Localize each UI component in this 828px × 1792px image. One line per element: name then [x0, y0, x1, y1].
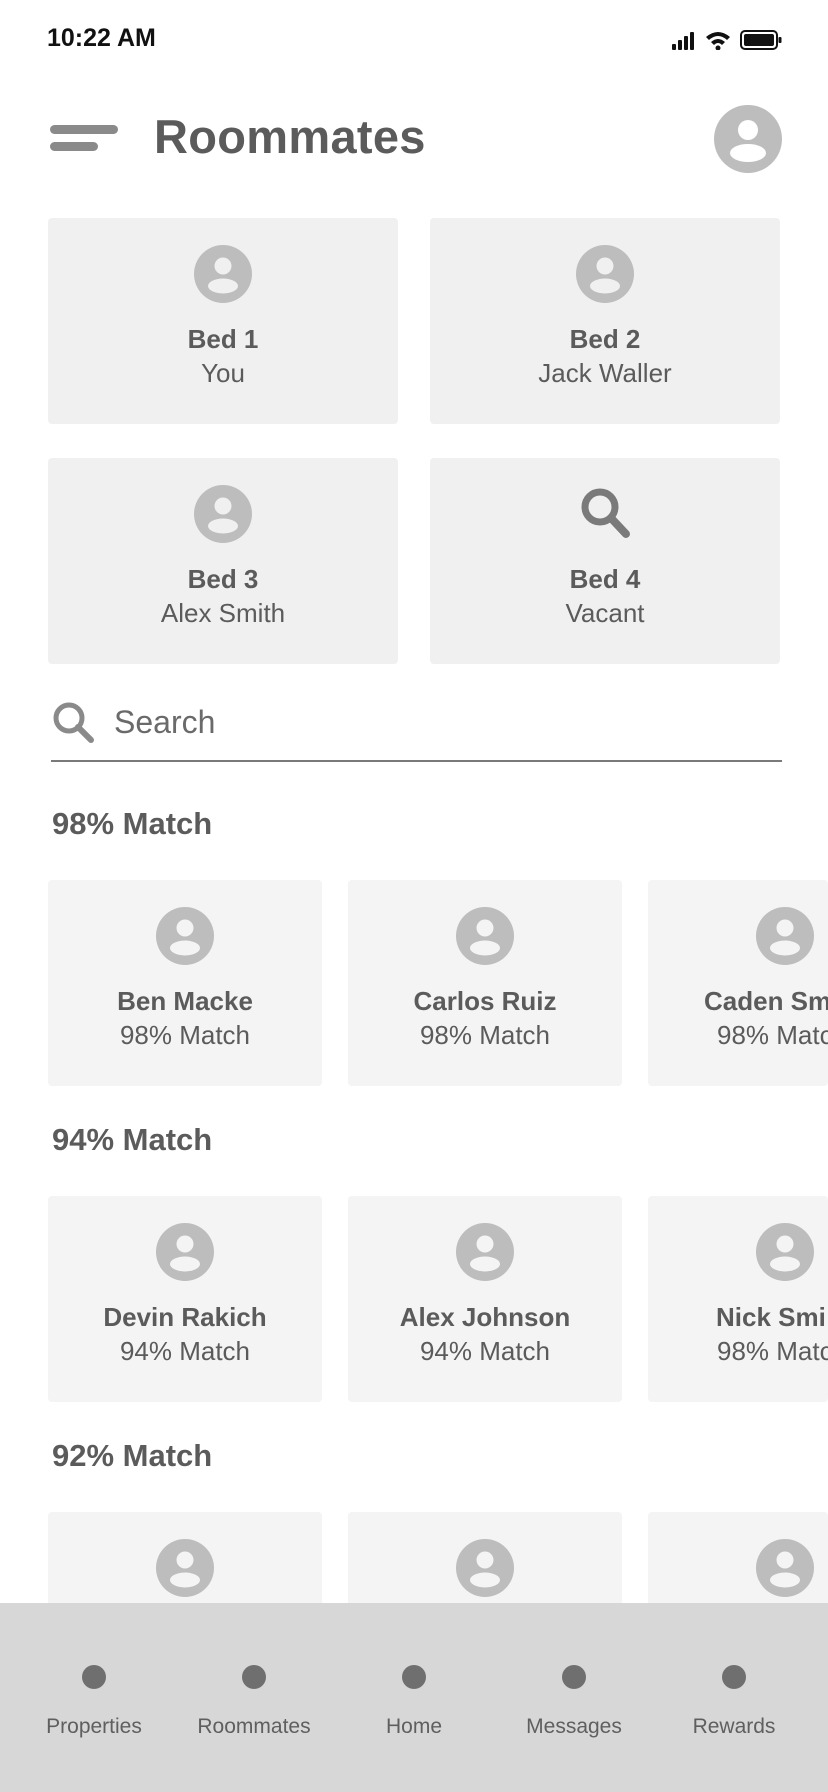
search-icon — [581, 488, 630, 538]
page-title: Roommates — [154, 110, 426, 163]
user-avatar-icon — [156, 1223, 214, 1281]
user-avatar-icon — [456, 1539, 514, 1597]
bed-label: Bed 2 — [569, 324, 641, 354]
match-name: Carlos Ruiz — [413, 986, 557, 1016]
user-avatar-icon — [194, 245, 252, 303]
bed-label: Bed 1 — [187, 324, 259, 354]
nav-item-rewards[interactable]: Rewards — [654, 1603, 814, 1792]
user-avatar-icon — [156, 907, 214, 965]
match-percent: 94% Match — [119, 1336, 251, 1366]
user-avatar-icon — [456, 907, 514, 965]
bed-label: Bed 4 — [569, 564, 641, 594]
user-avatar-icon — [194, 485, 252, 543]
user-avatar-icon[interactable] — [714, 105, 782, 173]
search-placeholder: Search — [114, 704, 216, 740]
home-icon — [402, 1665, 426, 1689]
match-percent: 98% Matc — [717, 1020, 828, 1050]
status-bar: 10:22 AM — [0, 0, 828, 80]
status-icons — [672, 30, 782, 50]
roommates-icon — [242, 1665, 266, 1689]
match-name: Caden Sm — [704, 986, 828, 1016]
bed-occupant: Vacant — [565, 598, 645, 628]
section-title: 98% Match — [52, 806, 213, 841]
nav-item-roommates[interactable]: Roommates — [174, 1603, 334, 1792]
user-avatar-icon — [576, 245, 634, 303]
bed-occupant: Alex Smith — [160, 598, 286, 628]
battery-icon — [740, 30, 782, 50]
match-name: Nick Smi — [716, 1302, 826, 1332]
user-avatar-icon — [156, 1539, 214, 1597]
search-icon — [53, 702, 94, 743]
bed-label: Bed 3 — [187, 564, 259, 594]
match-card[interactable]: Carlos Ruiz 98% Match — [348, 880, 622, 1086]
section-title: 94% Match — [52, 1122, 213, 1157]
match-card[interactable]: Caden Sm 98% Matc — [648, 880, 828, 1086]
match-card[interactable]: Alex Johnson 94% Match — [348, 1196, 622, 1402]
user-avatar-icon — [756, 1223, 814, 1281]
nav-label: Roommates — [197, 1715, 311, 1738]
user-avatar-icon — [456, 1223, 514, 1281]
bed-occupant: You — [201, 358, 245, 388]
match-name: Alex Johnson — [399, 1302, 571, 1332]
match-card[interactable]: Nick Smi 98% Matc — [648, 1196, 828, 1402]
search-input[interactable]: Search — [51, 690, 782, 762]
bed-card-1[interactable]: Bed 1 You — [48, 218, 398, 424]
bottom-nav: Properties Roommates Home Messages Rewar… — [0, 1603, 828, 1792]
nav-item-messages[interactable]: Messages — [494, 1603, 654, 1792]
bed-card-4[interactable]: Bed 4 Vacant — [430, 458, 780, 664]
properties-icon — [82, 1665, 106, 1689]
section-title: 92% Match — [52, 1438, 213, 1473]
nav-label: Home — [385, 1715, 443, 1738]
menu-icon[interactable] — [50, 125, 118, 155]
user-avatar-icon — [756, 1539, 814, 1597]
match-name: Ben Macke — [117, 986, 253, 1016]
match-percent: 94% Match — [419, 1336, 551, 1366]
user-avatar-icon — [756, 907, 814, 965]
match-percent: 98% Match — [119, 1020, 251, 1050]
match-card[interactable]: Devin Rakich 94% Match — [48, 1196, 322, 1402]
wifi-icon — [706, 32, 730, 50]
status-time: 10:22 AM — [47, 24, 156, 52]
messages-icon — [562, 1665, 586, 1689]
match-percent: 98% Match — [419, 1020, 551, 1050]
match-percent: 98% Matc — [717, 1336, 828, 1366]
nav-label: Rewards — [692, 1715, 776, 1738]
nav-label: Properties — [46, 1715, 142, 1738]
nav-label: Messages — [526, 1715, 622, 1738]
rewards-icon — [722, 1665, 746, 1689]
nav-item-properties[interactable]: Properties — [14, 1603, 174, 1792]
signal-icon — [672, 32, 694, 50]
bed-card-3[interactable]: Bed 3 Alex Smith — [48, 458, 398, 664]
bed-card-2[interactable]: Bed 2 Jack Waller — [430, 218, 780, 424]
match-card[interactable]: Ben Macke 98% Match — [48, 880, 322, 1086]
header: Roommates — [0, 95, 828, 185]
nav-item-home[interactable]: Home — [334, 1603, 494, 1792]
match-name: Devin Rakich — [103, 1302, 267, 1332]
bed-occupant: Jack Waller — [538, 358, 672, 388]
